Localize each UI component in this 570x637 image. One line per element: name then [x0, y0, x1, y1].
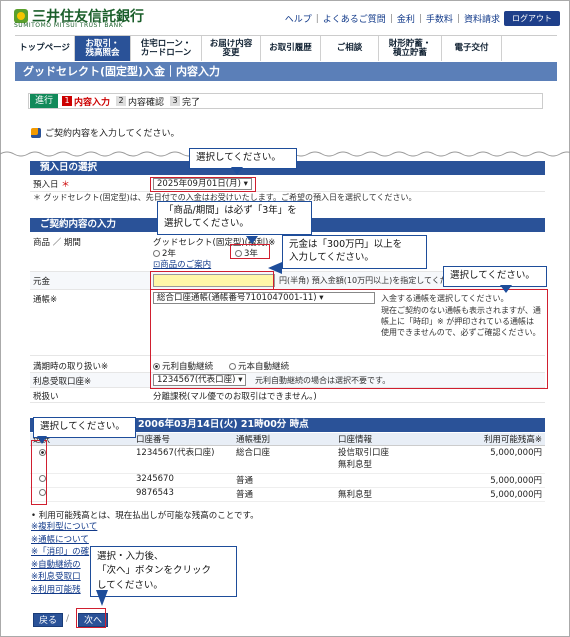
highlight-deposit-date [150, 177, 256, 192]
callout-amount-tail [268, 262, 282, 274]
passbook-label: 通帳※ [33, 295, 58, 305]
callout-next: 選択・入力後、 「次へ」ボタンをクリック してください。 [90, 546, 237, 597]
callout-date-tail [231, 167, 243, 175]
callout-amount: 元金は「300万円」以上を 入力してください。 [282, 235, 427, 269]
step-1-number: 1 [62, 96, 73, 106]
step-2-number: 2 [116, 96, 127, 106]
account-no: 9876543 [133, 487, 233, 502]
highlight-account-radios [31, 440, 47, 505]
account-info [335, 473, 440, 488]
top-links: ヘルプ | よくあるご質問 | 金利 | 手数料 | 資料請求 ログアウト [285, 11, 560, 26]
account-type: 総合口座 [233, 445, 335, 474]
logo-mark-icon [14, 9, 28, 23]
callout-date: 選択してください。 [189, 148, 297, 169]
account-type: 普通 [233, 473, 335, 488]
col-type: 通帳種別 [233, 433, 335, 446]
product-info-link[interactable]: ⊡商品のご案内 [153, 258, 211, 270]
account-balance: 5,000,000円 [440, 487, 545, 502]
help-link[interactable]: ヘルプ [285, 12, 312, 25]
account-table: 選択 口座番号 通帳種別 口座情報 利用可能残高※ 1234567(代表口座) … [30, 433, 545, 502]
progress-label: 進行 [30, 94, 59, 108]
callout-term-tail [246, 236, 258, 244]
step-indicator: 進行 1 内容入力 2 内容確認 3 完了 [28, 93, 543, 109]
product-label: 商品 ／ 期間 [33, 238, 81, 248]
intro-text: ご契約内容を入力してください。 [45, 129, 180, 139]
account-list-timestamp: 2006年03月14日(火) 21時00分 時点 [138, 419, 309, 430]
link-passbook[interactable]: ※通帳について [31, 534, 97, 547]
link-seal[interactable]: ※「消印」の確 [31, 546, 97, 559]
faq-link[interactable]: よくあるご質問 [323, 12, 386, 25]
highlight-passbook-interest [150, 289, 548, 389]
nav-history[interactable]: お取引履歴 [261, 36, 321, 61]
table-row[interactable]: 3245670 普通 5,000,000円 [30, 473, 545, 488]
account-balance: 5,000,000円 [440, 473, 545, 488]
col-account-no: 口座番号 [133, 433, 233, 446]
highlight-amount [150, 271, 274, 290]
link-interest-account[interactable]: ※利息受取口 [31, 571, 97, 584]
nav-loans[interactable]: 住宅ローン・ カードローン [131, 36, 202, 61]
back-button[interactable]: 戻る [33, 613, 64, 627]
reference-links: ※複利型について ※通帳について ※「消印」の確 ※自動継続の ※利息受取口 ※… [31, 521, 97, 596]
rates-link[interactable]: 金利 [397, 12, 415, 25]
step-3-number: 3 [170, 96, 181, 106]
callout-account-tail [37, 436, 47, 444]
callout-passbook: 選択してください。 [443, 266, 547, 287]
required-mark: ＊ [61, 180, 70, 190]
term-2-radio[interactable] [153, 250, 160, 257]
brochure-link[interactable]: 資料請求 [464, 12, 500, 25]
link-balance[interactable]: ※利用可能残 [31, 584, 97, 597]
callout-account: 選択してください。 [33, 417, 136, 438]
step-3: 完了 [182, 97, 201, 108]
nav-savings[interactable]: 財形貯蓄・ 積立貯蓄 [379, 36, 442, 61]
tax-row: 税扱い 分離課税(マル優でのお取引はできません。) [30, 388, 545, 403]
step-2: 内容確認 [128, 97, 165, 108]
interest-account-label: 利息受取口座※ [33, 377, 92, 387]
deposit-date-row: 預入日 ＊ 2025年09月01日(月) ▾ [30, 176, 545, 192]
intro-message: ご契約内容を入力してください。 [31, 126, 179, 139]
step-1: 内容入力 [74, 97, 111, 108]
account-no: 1234567(代表口座) [133, 445, 233, 474]
highlight-next-button [76, 608, 106, 628]
account-info: 無利息型 [335, 487, 440, 502]
link-compound[interactable]: ※複利型について [31, 521, 97, 534]
amount-label: 元金 [33, 277, 51, 287]
nav-registration[interactable]: お届け内容 変更 [202, 36, 261, 61]
button-separator: / [66, 614, 70, 624]
maturity-label: 満期時の取り扱い※ [33, 362, 109, 372]
logo-subtext: SUMITOMO MITSUI TRUST BANK [14, 22, 124, 29]
main-nav: トップページ お取引・ 残高照会 住宅ローン・ カードローン お届け内容 変更 … [15, 35, 557, 61]
col-info: 口座情報 [335, 433, 440, 446]
tax-label: 税扱い [33, 392, 59, 402]
highlight-term-3 [230, 244, 270, 259]
col-balance: 利用可能残高※ [440, 433, 545, 446]
link-auto-renew[interactable]: ※自動継続の [31, 559, 97, 572]
account-type: 普通 [233, 487, 335, 502]
nav-transactions[interactable]: お取引・ 残高照会 [75, 36, 131, 61]
deposit-date-label: 預入日 [33, 180, 59, 190]
callout-passbook-tail [500, 285, 512, 293]
account-info: 投信取引口座 無利息型 [335, 445, 440, 474]
tax-value: 分離課税(マル優でのお取引はできません。) [153, 392, 317, 402]
table-row[interactable]: 9876543 普通 無利息型 5,000,000円 [30, 487, 545, 502]
callout-term: 「商品/期間」は必ず「3年」を 選択してください。 [157, 201, 312, 235]
page-title: グッドセレクト(固定型)入金｜内容入力 [15, 62, 557, 81]
nav-top[interactable]: トップページ [15, 36, 75, 61]
account-no: 3245670 [133, 473, 233, 488]
balance-footnote: • 利用可能残高とは、現在払出しが可能な残高のことです。 [31, 511, 259, 521]
fees-link[interactable]: 手数料 [426, 12, 453, 25]
account-balance: 5,000,000円 [440, 445, 545, 474]
table-row[interactable]: 1234567(代表口座) 総合口座 投信取引口座 無利息型 5,000,000円 [30, 445, 545, 474]
info-icon [31, 127, 41, 138]
logout-button[interactable]: ログアウト [504, 11, 560, 26]
nav-consult[interactable]: ご相談 [321, 36, 379, 61]
callout-next-tail [96, 590, 108, 606]
nav-e-delivery[interactable]: 電子交付 [442, 36, 502, 61]
